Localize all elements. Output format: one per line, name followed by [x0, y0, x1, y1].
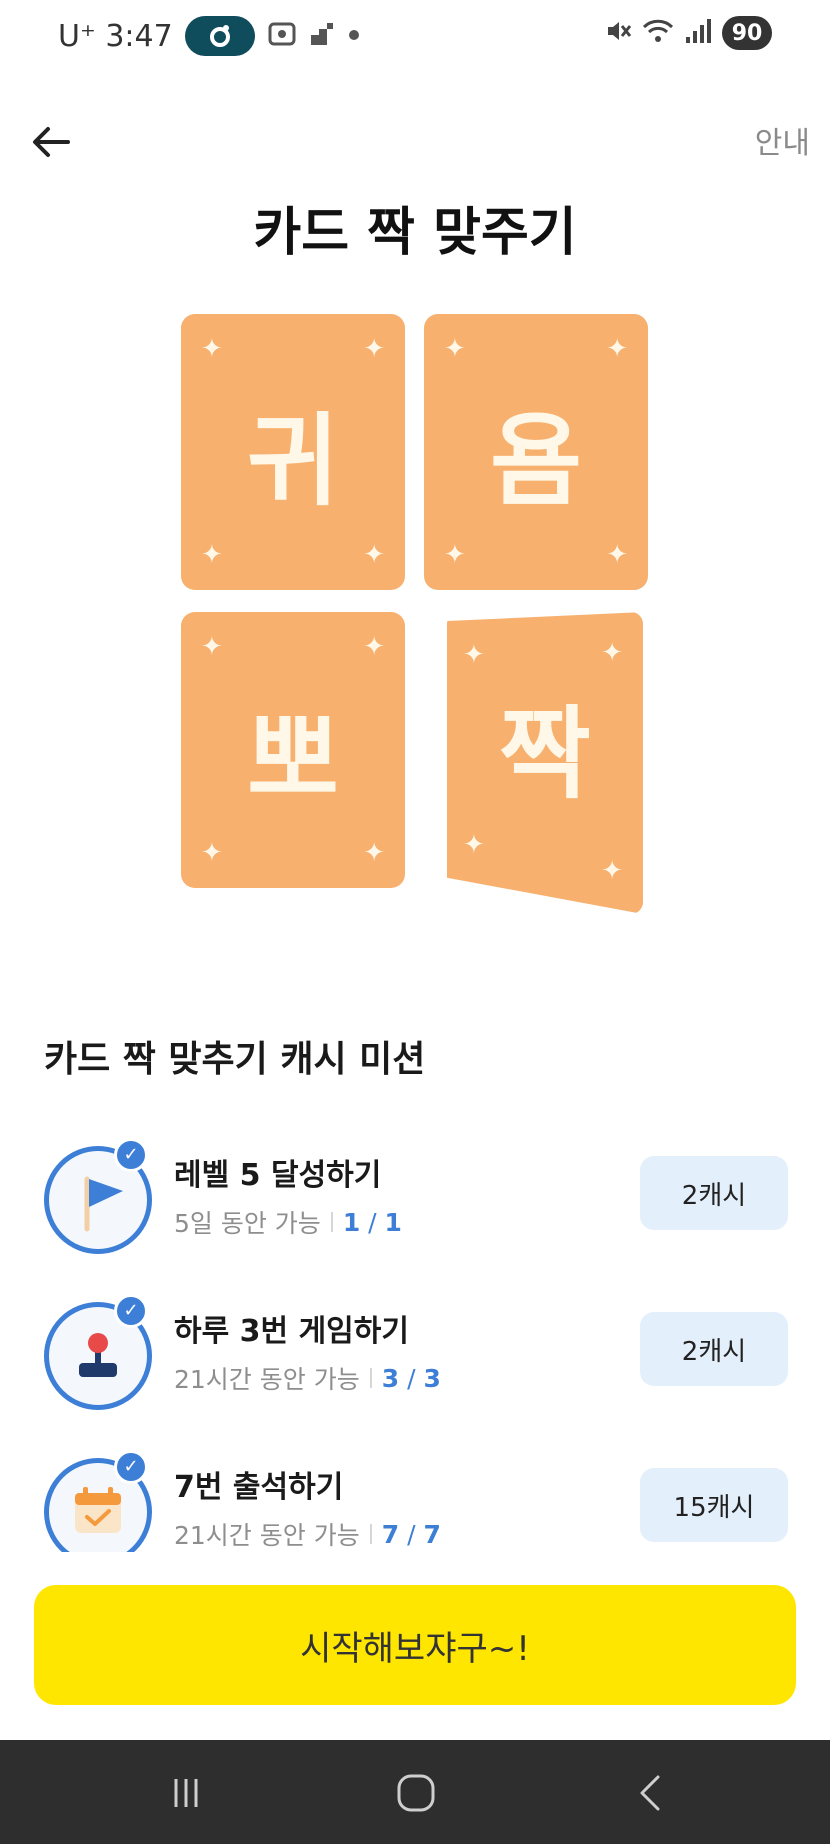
mission-progress: 7 / 7: [381, 1519, 441, 1549]
mission-period: 21시간 동안 가능: [174, 1521, 360, 1550]
progress-total: 7: [423, 1519, 441, 1549]
sparkle-icon: ✦: [201, 838, 223, 868]
reward-button[interactable]: 2캐시: [640, 1312, 788, 1386]
mission-title: 7번 출석하기: [174, 1470, 344, 1505]
mission-progress: 1 / 1: [342, 1207, 402, 1237]
screenshot-icon: [267, 20, 297, 52]
back-button[interactable]: [28, 118, 76, 166]
start-game-button[interactable]: 시작해보쟈구~!: [34, 1585, 796, 1705]
checkmark-icon: ✓: [114, 1138, 148, 1172]
checkmark-icon: ✓: [114, 1450, 148, 1484]
system-nav-bar: [0, 1740, 830, 1844]
sparkle-icon: ✦: [601, 856, 623, 886]
card-glyph: 뽀: [247, 700, 339, 818]
progress-current: 7: [381, 1519, 400, 1549]
wifi-icon: [642, 17, 674, 49]
carrier-time: U⁺ 3:47: [58, 18, 173, 54]
sparkle-icon: ✦: [363, 334, 385, 364]
page-title: 카드 짝 맞주기: [253, 203, 577, 263]
divider: [330, 1212, 333, 1232]
arrow-left-icon: [33, 127, 70, 157]
status-right: 90: [604, 16, 772, 50]
mission-item: ✓ 레벨 5 달성하기 5일 동안 가능 1 / 1 2캐시: [0, 1138, 830, 1276]
divider: [369, 1524, 372, 1544]
status-bar: U⁺ 3:47 90: [0, 0, 830, 72]
recent-apps-button[interactable]: [156, 1768, 216, 1818]
sparkle-icon: ✦: [444, 334, 466, 364]
battery-indicator: 90: [722, 16, 772, 50]
sparkle-icon: ✦: [363, 632, 385, 662]
mission-section-title: 카드 짝 맞추기 캐시 미션: [44, 1039, 426, 1080]
sparkle-icon: ✦: [363, 540, 385, 570]
sparkle-icon: ✦: [606, 334, 628, 364]
sparkle-icon: ✦: [463, 830, 485, 860]
card-1: ✦ ✦ ✦ ✦ 귀: [181, 314, 405, 590]
chevron-left-icon: [640, 1775, 660, 1811]
sparkle-icon: ✦: [201, 632, 223, 662]
card-illustration: ✦ ✦ ✦ ✦ 귀 ✦ ✦ ✦ ✦ 욤 ✦ ✦ ✦ ✦ 뽀 ✦ ✦ ✦ ✦ 짝: [175, 310, 665, 920]
checkmark-icon: ✓: [114, 1294, 148, 1328]
card-4: ✦ ✦ ✦ ✦ 짝: [447, 612, 643, 914]
home-icon: [397, 1774, 435, 1812]
mission-progress: 3 / 3: [381, 1363, 441, 1393]
signal-icon: [684, 17, 712, 49]
progress-current: 3: [381, 1363, 400, 1393]
mission-period: 5일 동안 가능: [174, 1209, 321, 1238]
mission-title: 레벨 5 달성하기: [174, 1158, 382, 1193]
sparkle-icon: ✦: [606, 540, 628, 570]
reward-button[interactable]: 15캐시: [640, 1468, 788, 1542]
card-glyph: 귀: [247, 402, 339, 520]
mute-icon: [604, 17, 632, 49]
card-3: ✦ ✦ ✦ ✦ 뽀: [181, 612, 405, 888]
recent-apps-icon: [174, 1779, 198, 1807]
list-cutoff: [0, 1552, 830, 1582]
sparkle-icon: ✦: [363, 838, 385, 868]
divider: [369, 1368, 372, 1388]
guide-link[interactable]: 안내: [755, 118, 810, 162]
mission-subtitle: 5일 동안 가능 1 / 1: [174, 1204, 402, 1240]
notification-dot-icon: [347, 27, 361, 46]
status-left: U⁺ 3:47: [58, 16, 361, 56]
data-icon: [309, 21, 335, 51]
progress-total: 1: [384, 1207, 402, 1237]
sparkle-icon: ✦: [601, 638, 623, 668]
app-indicator-icon: [184, 16, 255, 56]
mission-period: 21시간 동안 가능: [174, 1365, 360, 1394]
card-2: ✦ ✦ ✦ ✦ 욤: [424, 314, 648, 590]
mission-subtitle: 21시간 동안 가능 7 / 7: [174, 1516, 441, 1552]
sparkle-icon: ✦: [201, 334, 223, 364]
mission-subtitle: 21시간 동안 가능 3 / 3: [174, 1360, 441, 1396]
mission-item: ✓ 하루 3번 게임하기 21시간 동안 가능 3 / 3 2캐시: [0, 1294, 830, 1432]
reward-button[interactable]: 2캐시: [640, 1156, 788, 1230]
mission-title: 하루 3번 게임하기: [174, 1314, 409, 1349]
card-glyph: 욤: [490, 402, 582, 520]
home-button[interactable]: [386, 1768, 446, 1818]
system-back-button[interactable]: [622, 1768, 682, 1818]
progress-current: 1: [342, 1207, 361, 1237]
sparkle-icon: ✦: [463, 640, 485, 670]
card-glyph: 짝: [499, 695, 591, 813]
sparkle-icon: ✦: [201, 540, 223, 570]
sparkle-icon: ✦: [444, 540, 466, 570]
progress-total: 3: [423, 1363, 441, 1393]
